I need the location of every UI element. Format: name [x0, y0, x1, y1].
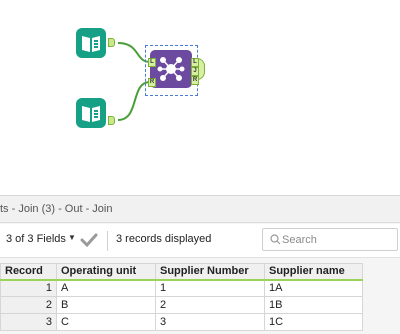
operating-unit-cell[interactable]: C — [56, 313, 156, 331]
checkmark-icon[interactable] — [80, 231, 98, 249]
record-cell: 2 — [0, 296, 57, 314]
supplier-number-cell[interactable]: 3 — [155, 313, 265, 331]
column-header-record[interactable]: Record — [0, 263, 57, 281]
input-data-tool-1[interactable] — [76, 28, 106, 58]
search-icon — [270, 234, 281, 245]
join-left-input-anchor[interactable]: L — [148, 58, 156, 67]
chevron-down-icon[interactable]: ▼ — [68, 233, 76, 242]
results-grid: Record Operating unit Supplier Number Su… — [0, 263, 400, 331]
join-join-output-anchor[interactable]: J — [191, 67, 199, 76]
results-title: ts - Join (3) - Out - Join — [0, 203, 113, 215]
input-data-tool-2[interactable] — [76, 98, 106, 128]
workflow-canvas[interactable]: L R L J R — [0, 0, 400, 195]
supplier-name-cell[interactable]: 1A — [264, 279, 363, 297]
join-tool[interactable] — [150, 50, 192, 88]
record-cell: 3 — [0, 313, 57, 331]
table-row[interactable]: 2 B 2 1B — [0, 296, 363, 314]
results-pane: ts - Join (3) - Out - Join 3 of 3 Fields… — [0, 195, 400, 334]
join-icon — [157, 57, 185, 81]
results-toolbar: 3 of 3 Fields ▼ 3 records displayed — [0, 224, 400, 258]
column-header-supplier-number[interactable]: Supplier Number — [155, 263, 265, 281]
connection-lines — [117, 42, 151, 121]
records-displayed-label: 3 records displayed — [116, 233, 212, 245]
fields-selector[interactable]: 3 of 3 Fields — [6, 233, 66, 245]
results-title-bar: ts - Join (3) - Out - Join — [0, 196, 400, 223]
join-right-input-anchor[interactable]: R — [148, 78, 156, 87]
supplier-name-cell[interactable]: 1C — [264, 313, 363, 331]
book-icon — [82, 106, 100, 122]
column-header-operating-unit[interactable]: Operating unit — [56, 263, 156, 281]
results-table: Record Operating unit Supplier Number Su… — [0, 263, 363, 331]
supplier-number-cell[interactable]: 2 — [155, 296, 265, 314]
join-left-output-anchor[interactable]: L — [191, 58, 199, 67]
toolbar-divider — [107, 231, 108, 251]
table-row[interactable]: 1 A 1 1A — [0, 279, 363, 297]
table-row[interactable]: 3 C 3 1C — [0, 313, 363, 331]
supplier-number-cell[interactable]: 1 — [155, 279, 265, 297]
output-anchor-1[interactable] — [108, 38, 115, 47]
record-cell: 1 — [0, 279, 57, 297]
book-icon — [82, 36, 100, 52]
join-right-output-anchor[interactable]: R — [191, 76, 199, 85]
supplier-name-cell[interactable]: 1B — [264, 296, 363, 314]
column-header-supplier-name[interactable]: Supplier name — [264, 263, 363, 281]
output-anchor-2[interactable] — [108, 116, 115, 125]
search-input[interactable] — [282, 231, 392, 248]
operating-unit-cell[interactable]: B — [56, 296, 156, 314]
search-box[interactable] — [262, 228, 398, 251]
header-row: Record Operating unit Supplier Number Su… — [0, 263, 363, 281]
operating-unit-cell[interactable]: A — [56, 279, 156, 297]
